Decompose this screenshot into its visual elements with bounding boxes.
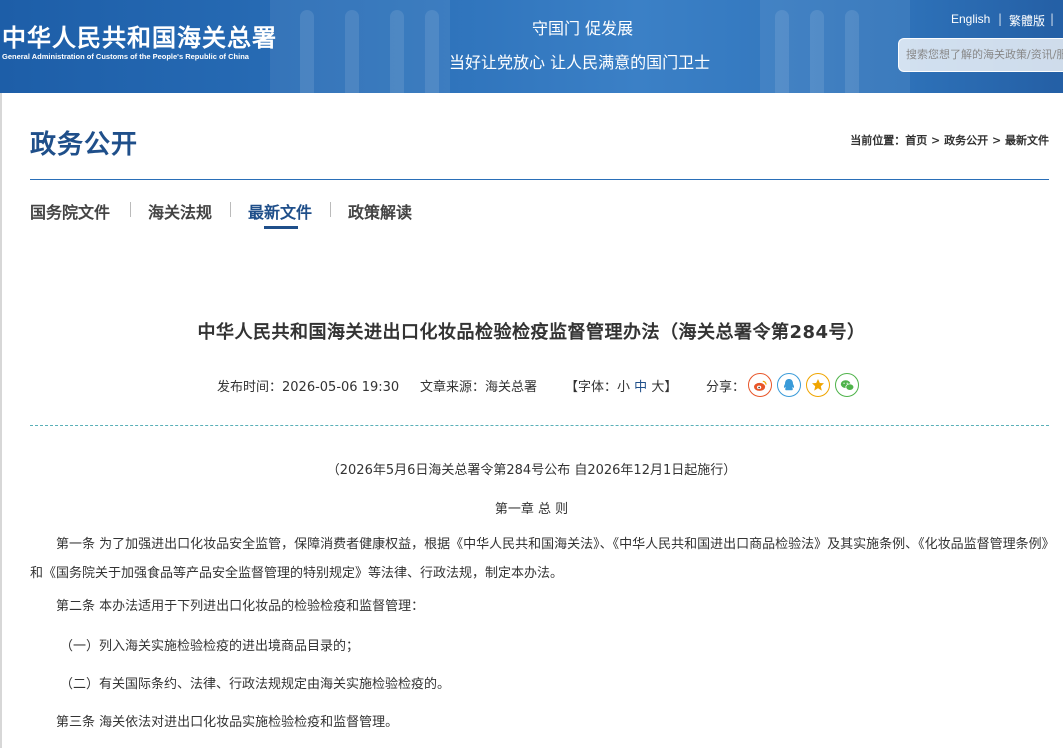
qq-icon[interactable] [777,373,801,397]
weibo-icon[interactable] [748,373,772,397]
tab-separator [130,202,131,217]
share-label: 分享： [706,380,746,395]
font-large-button[interactable]: 大 [651,380,664,395]
article-paragraph-2: 第二条 本办法适用于下列进出口化妆品的检验检疫和监督管理： [56,599,425,614]
chapter-heading: 第一章 总 则 [494,502,569,517]
lang-traditional-link[interactable]: 繁體版 [1009,12,1045,29]
font-small-button[interactable]: 小 [617,380,630,395]
tab-separator [330,202,331,217]
tab-state-council-docs[interactable]: 国务院文件 [30,199,110,223]
article-subtitle: （2026年5月6日海关总署令第284号公布 自2026年12月1日起施行） [326,463,737,478]
article-item-1: （一）列入海关实施检验检疫的进出境商品目录的； [60,639,360,654]
breadcrumb-sep: > [988,134,1005,147]
breadcrumb: 当前位置：首页 > 政务公开 > 最新文件 [850,132,1049,148]
meta-divider [30,425,1049,426]
tab-separator [230,202,231,217]
slogan-line1: 守国门 促发展 [532,19,634,38]
article-item-2: （二）有关国际条约、法律、行政法规规定由海关实施检验检疫的。 [60,677,451,692]
section-title: 政务公开 [30,130,139,160]
font-medium-button[interactable]: 中 [634,380,647,395]
section-divider [30,179,1049,180]
source-value: 海关总署 [485,380,538,395]
site-logo-en[interactable]: General Administration of Customs of the… [2,52,249,61]
article-paragraph-3: 第三条 海关依法对进出口化妆品实施检验检疫和监督管理。 [56,715,399,730]
article-paragraph-1: 第一条 为了加强进出口化妆品安全监管，保障消费者健康权益，根据《中华人民共和国海… [30,537,1049,581]
header-banner: 中华人民共和国海关总署 General Administration of Cu… [0,0,1063,93]
publish-time: 发布时间：2026-05-06 19:30 [217,376,399,395]
breadcrumb-latest[interactable]: 最新文件 [1005,134,1049,147]
article-source: 文章来源：海关总署 [420,376,537,395]
tab-policy-interpretation[interactable]: 政策解读 [348,199,412,223]
publish-label: 发布时间： [217,380,283,395]
breadcrumb-home[interactable]: 首页 [905,134,927,147]
breadcrumb-gov-open[interactable]: 政务公开 [944,134,988,147]
font-label-open: 【字体： [565,380,618,395]
publish-value: 2026-05-06 19:30 [282,380,400,395]
font-label-close: 】 [664,380,678,395]
search-input[interactable]: 搜索您想了解的海关政策/资讯/服务 [898,38,1063,72]
article-title: 中华人民共和国海关进出口化妆品检验检疫监督管理办法（海关总署令第284号） [197,322,866,343]
qzone-icon[interactable] [806,373,830,397]
left-border [0,93,2,748]
source-label: 文章来源： [420,380,486,395]
wechat-icon[interactable] [835,373,859,397]
slogan-line2: 当好让党放心 让人民满意的国门卫士 [449,53,711,72]
breadcrumb-prefix: 当前位置： [850,134,906,147]
tab-customs-laws[interactable]: 海关法规 [148,199,212,223]
font-size-switcher: 【字体：小 中 大】 [565,376,677,395]
active-tab-indicator [264,226,298,229]
breadcrumb-sep: > [927,134,945,147]
lang-separator: | [1050,12,1055,26]
tab-latest-docs[interactable]: 最新文件 [248,199,312,223]
lang-english-link[interactable]: English [951,12,990,26]
site-logo-cn[interactable]: 中华人民共和国海关总署 [2,18,277,53]
lang-separator: | [998,12,1003,26]
